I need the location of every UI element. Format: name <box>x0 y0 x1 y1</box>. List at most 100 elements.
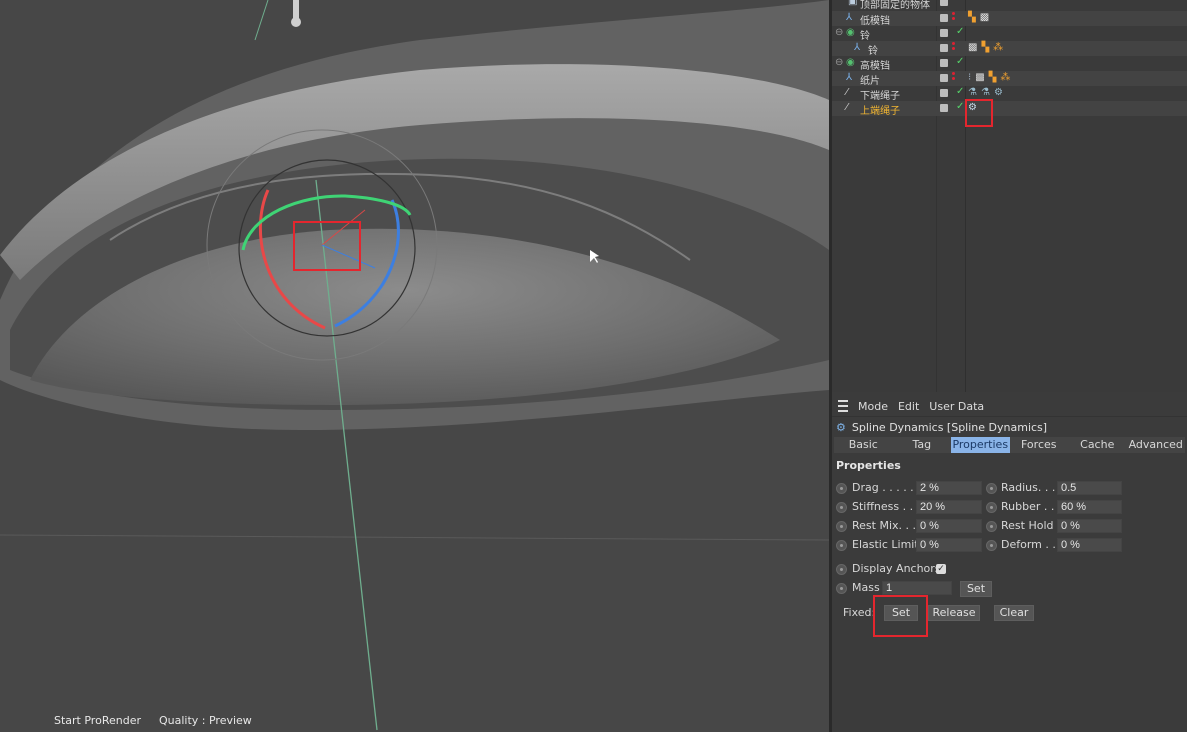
render-dots[interactable] <box>952 42 955 54</box>
menu-mode[interactable]: Mode <box>858 400 888 413</box>
object-row[interactable]: ⊖ ◉ 铃 ✓ <box>832 26 1187 42</box>
visibility-toggle[interactable] <box>940 14 948 22</box>
fixed-clear-button[interactable]: Clear <box>994 605 1034 621</box>
quality-label[interactable]: Quality : Preview <box>159 714 252 727</box>
expand-icon[interactable]: ⊖ <box>835 57 843 68</box>
drag-field[interactable] <box>916 481 982 495</box>
rest-hold-field[interactable] <box>1057 519 1122 533</box>
mesh-icon: ⅄ <box>854 42 861 53</box>
visibility-toggle[interactable] <box>940 74 948 82</box>
mesh-icon: ⅄ <box>846 72 853 83</box>
animate-radio[interactable] <box>836 521 847 532</box>
deform-field[interactable] <box>1057 538 1122 552</box>
attribute-manager: Mode Edit User Data ⚙ Spline Dynamics [S… <box>832 396 1187 732</box>
start-prorender-label[interactable]: Start ProRender <box>54 714 141 727</box>
param-label: Mass <box>852 581 880 594</box>
tag-icons: ▩ ▚ ⁂ <box>968 42 1004 53</box>
tag-icons: ▚ ▩ <box>968 12 990 23</box>
render-dots[interactable] <box>952 12 955 24</box>
display-anchors-checkbox[interactable]: ✓ <box>936 564 946 574</box>
hamburger-menu-icon[interactable] <box>838 400 848 412</box>
menu-edit[interactable]: Edit <box>898 400 919 413</box>
object-manager: ▣ 顶部固定的物体 ⅄ 低模铛 ▚ ▩ ⊖ ◉ 铃 ✓ ⅄ 铃 ▩ ▚ ⁂ ⊖ ◉ <box>832 0 1187 392</box>
animate-radio[interactable] <box>836 502 847 513</box>
object-row[interactable]: ⊖ ◉ 高模铛 ✓ <box>832 56 1187 72</box>
render-dots[interactable] <box>952 72 955 84</box>
visibility-toggle[interactable] <box>940 59 948 67</box>
object-name: 纸片 <box>860 76 880 87</box>
object-row[interactable]: ⅄ 铃 ▩ ▚ ⁂ <box>832 41 1187 57</box>
object-row[interactable]: ⁄ 下端绳子 ✓ ⚗ ⚗ ⚙ <box>832 86 1187 102</box>
object-name-selected: 上端绳子 <box>860 106 900 117</box>
visibility-toggle[interactable] <box>940 104 948 112</box>
object-row[interactable]: ⁄ 上端绳子 ✓ ⚙ <box>832 101 1187 117</box>
symmetry-icon: ◉ <box>846 27 855 38</box>
menu-user-data[interactable]: User Data <box>929 400 984 413</box>
object-row[interactable]: ⅄ 低模铛 ▚ ▩ <box>832 11 1187 27</box>
right-panel: ▣ 顶部固定的物体 ⅄ 低模铛 ▚ ▩ ⊖ ◉ 铃 ✓ ⅄ 铃 ▩ ▚ ⁂ ⊖ ◉ <box>832 0 1187 732</box>
enabled-check-icon[interactable]: ✓ <box>956 101 964 112</box>
param-display-anchors: Display Anchors ✓ <box>832 561 1032 577</box>
section-heading: Properties <box>836 459 901 472</box>
tab-cache[interactable]: Cache <box>1068 437 1127 453</box>
animate-radio[interactable] <box>836 540 847 551</box>
enabled-check-icon[interactable]: ✓ <box>956 56 964 67</box>
animate-radio[interactable] <box>836 564 847 575</box>
symmetry-icon: ◉ <box>846 57 855 68</box>
param-mass: Mass <box>832 580 1032 596</box>
3d-viewport[interactable]: Start ProRender Quality : Preview <box>0 0 829 732</box>
param-deform: Deform . . . <box>984 537 1124 553</box>
visibility-toggle[interactable] <box>940 89 948 97</box>
tab-basic[interactable]: Basic <box>834 437 893 453</box>
object-name: 顶部固定的物体 <box>860 0 930 11</box>
stiffness-field[interactable] <box>916 500 982 514</box>
param-label: Rest Hold <box>1001 519 1054 532</box>
gizmo-highlight-box <box>293 221 361 271</box>
tab-properties[interactable]: Properties <box>951 437 1010 453</box>
animate-radio[interactable] <box>986 540 997 551</box>
tab-tag[interactable]: Tag <box>893 437 952 453</box>
mass-field[interactable] <box>882 581 952 595</box>
spline-icon: ⁄ <box>846 102 848 113</box>
visibility-toggle[interactable] <box>940 44 948 52</box>
fixed-label: Fixed: <box>843 606 876 619</box>
spline-dynamics-icon: ⚙ <box>836 420 846 434</box>
param-label: Elastic Limit <box>852 538 919 551</box>
attribute-tabs: Basic Tag Properties Forces Cache Advanc… <box>834 437 1185 453</box>
animate-radio[interactable] <box>986 483 997 494</box>
expand-icon[interactable]: ⊖ <box>835 27 843 38</box>
param-rest-hold: Rest Hold <box>984 518 1124 534</box>
visibility-toggle[interactable] <box>940 29 948 37</box>
object-row[interactable]: ⅄ 纸片 ⁝ ▩ ▚ ⁂ <box>832 71 1187 87</box>
param-label: Rest Mix. . . <box>852 519 916 532</box>
viewport-scene <box>0 0 829 732</box>
radius-field[interactable] <box>1057 481 1122 495</box>
fixed-release-button[interactable]: Release <box>928 605 980 621</box>
animate-radio[interactable] <box>986 502 997 513</box>
object-name: 下端绳子 <box>860 91 900 102</box>
tab-advanced[interactable]: Advanced <box>1127 437 1186 453</box>
null-object-icon: ▣ <box>848 0 858 7</box>
visibility-toggle[interactable] <box>940 0 948 6</box>
tab-forces[interactable]: Forces <box>1010 437 1069 453</box>
animate-radio[interactable] <box>836 583 847 594</box>
object-name: 低模铛 <box>860 16 890 27</box>
enabled-check-icon[interactable]: ✓ <box>956 26 964 37</box>
rubber-field[interactable] <box>1057 500 1122 514</box>
tag-title: Spline Dynamics [Spline Dynamics] <box>851 420 1048 434</box>
param-rubber: Rubber . . . <box>984 499 1124 515</box>
fixed-set-highlight <box>873 595 928 637</box>
param-label: Rubber . . . <box>1001 500 1062 513</box>
object-row[interactable]: ▣ 顶部固定的物体 <box>832 0 1187 11</box>
mesh-icon: ⅄ <box>846 12 853 23</box>
enabled-check-icon[interactable]: ✓ <box>956 86 964 97</box>
animate-radio[interactable] <box>836 483 847 494</box>
viewport-status-bar: Start ProRender Quality : Preview <box>54 714 252 727</box>
mass-set-button[interactable]: Set <box>960 581 992 597</box>
elastic-limit-field[interactable] <box>916 538 982 552</box>
param-label: Drag . . . . . <box>852 481 914 494</box>
param-label: Display Anchors <box>852 562 941 575</box>
object-name: 高模铛 <box>860 61 890 72</box>
rest-mix-field[interactable] <box>916 519 982 533</box>
animate-radio[interactable] <box>986 521 997 532</box>
